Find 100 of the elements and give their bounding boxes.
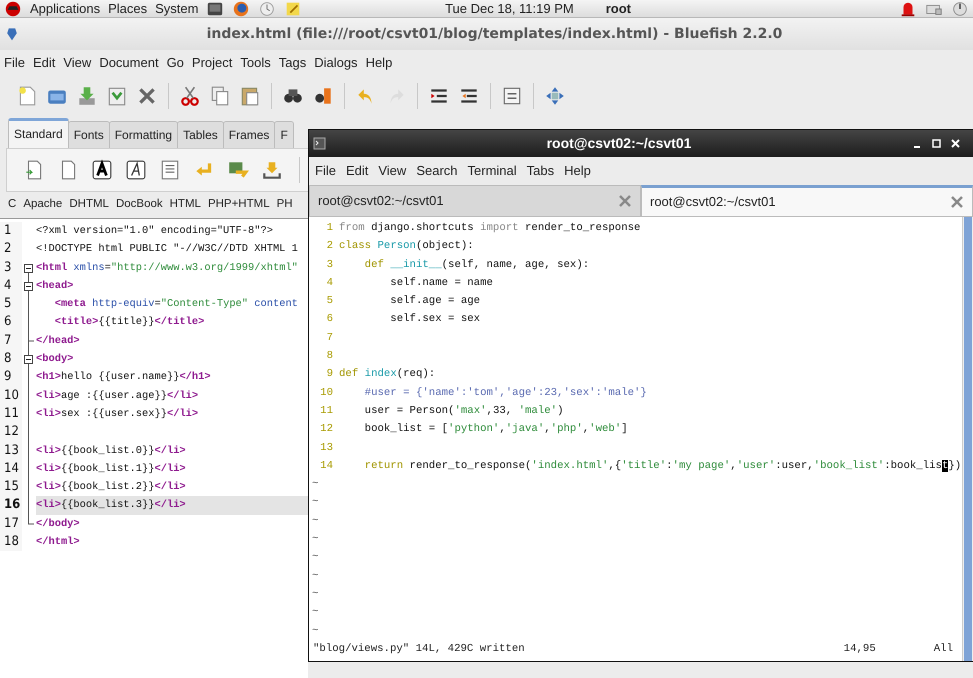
copy-icon[interactable] <box>209 85 231 107</box>
line-number: 12 <box>319 422 334 438</box>
empty-line-marker: ~ <box>311 495 318 510</box>
tab-label: root@csvt02:~/csvt01 <box>318 192 444 210</box>
scroll-position: All <box>934 642 953 657</box>
empty-line-marker: ~ <box>311 550 318 566</box>
menu-item[interactable]: File <box>315 161 336 181</box>
line-number: 14 <box>319 458 334 474</box>
menu-item[interactable]: Help <box>366 53 392 73</box>
alert-icon[interactable] <box>899 0 917 18</box>
line-number: 2 <box>326 239 334 254</box>
empty-line-marker: ~ <box>311 514 318 529</box>
scrollbar[interactable] <box>962 217 973 661</box>
line-number: 7 <box>326 330 334 346</box>
menu-item[interactable]: View <box>378 161 406 181</box>
panel-user[interactable]: root <box>606 0 631 18</box>
code-line: def index(req): <box>339 367 436 382</box>
tag-bar-tab[interactable]: DocBook <box>116 196 163 214</box>
line-number: 1 <box>0 222 22 240</box>
paste-icon[interactable] <box>239 85 261 107</box>
bold-icon[interactable] <box>91 159 113 181</box>
code-line: return render_to_response('index.html',{'title':'my page','user':user,'book_list':book_list}) <box>364 458 962 474</box>
tag-bar-tab[interactable]: C <box>8 196 16 214</box>
collapse-icon[interactable] <box>24 282 33 291</box>
menu-item[interactable]: Terminal <box>468 161 517 181</box>
menu-item[interactable]: File <box>4 53 25 73</box>
toolbar-tab[interactable]: Tables <box>177 121 224 148</box>
menu-item[interactable]: Tags <box>278 53 306 73</box>
tag-bar-tab[interactable]: PH <box>276 196 293 214</box>
clock-icon[interactable] <box>258 0 276 18</box>
empty-line-marker: ~ <box>311 568 318 584</box>
menu-item[interactable]: Edit <box>32 53 56 73</box>
menu-item[interactable]: Search <box>416 161 458 181</box>
code-line: <body> <box>36 352 74 368</box>
scissors-icon[interactable] <box>179 85 201 107</box>
panel-clock[interactable]: Tue Dec 18, 11:19 PM <box>445 0 574 18</box>
terminal-icon <box>313 137 326 150</box>
status-message: "blog/views.py" 14L, 429C written <box>312 642 525 657</box>
empty-line-marker: ~ <box>311 477 318 492</box>
tag-bar-tab[interactable]: HTML <box>170 196 201 214</box>
panel-menu[interactable]: Applications <box>30 0 100 18</box>
toolbar-tab[interactable]: Fonts <box>68 121 110 148</box>
code-line: <!DOCTYPE html PUBLIC "-//W3C//DTD XHTML 1 <box>36 242 299 258</box>
code-line: <?xml version="1.0" encoding="UTF-8"?> <box>36 224 274 239</box>
note-icon[interactable] <box>284 0 302 18</box>
terminal-tab[interactable]: root@csvt02:~/csvt01 <box>641 185 973 217</box>
paragraph-icon[interactable] <box>159 159 181 181</box>
menu-item[interactable]: Document <box>99 53 159 73</box>
line-number: 18 <box>0 533 22 552</box>
toolbar-tab[interactable]: Standard <box>8 118 69 148</box>
toolbar-tab[interactable]: F <box>274 121 294 148</box>
tag-bar-tab[interactable]: PHP+HTML <box>208 196 270 214</box>
maximize-icon[interactable] <box>931 138 942 149</box>
line-number: 3 <box>326 258 334 273</box>
line-number: 17 <box>0 514 22 534</box>
line-number: 13 <box>0 442 22 460</box>
code-line: self.sex = sex <box>389 312 480 328</box>
line-number: 7 <box>0 332 22 350</box>
line-number: 2 <box>0 240 22 259</box>
panel-menu[interactable]: Places <box>108 0 148 18</box>
panel-menu[interactable]: System <box>155 0 198 18</box>
empty-line-marker: ~ <box>311 624 318 639</box>
italic-icon[interactable] <box>125 159 147 181</box>
empty-line-marker: ~ <box>311 586 318 602</box>
code-line: <h1>hello {{user.name}}</h1> <box>36 370 212 386</box>
code-line: </html> <box>36 535 81 550</box>
menu-item[interactable]: Help <box>564 161 591 181</box>
line-number: 16 <box>0 496 22 515</box>
code-line: <title>{{title}}</title> <box>54 315 206 330</box>
toolbar-tab[interactable]: Formatting <box>108 121 178 148</box>
empty-line-marker: ~ <box>311 532 318 548</box>
code-line: user = Person('max',33, 'male') <box>364 404 564 419</box>
toolbar-tab[interactable]: Frames <box>222 121 276 148</box>
collapse-icon[interactable] <box>24 355 33 364</box>
line-number: 3 <box>0 258 22 277</box>
app-icon <box>4 26 20 42</box>
line-number: 11 <box>0 404 22 424</box>
hat-logo-icon[interactable] <box>4 0 22 18</box>
code-line: class Person(object): <box>339 239 474 254</box>
tag-bar-tab[interactable]: DHTML <box>69 196 109 214</box>
line-number: 4 <box>326 276 334 291</box>
menu-item[interactable]: Project <box>192 53 232 73</box>
line-number: 8 <box>0 350 22 368</box>
menu-item[interactable]: Tools <box>240 53 271 73</box>
collapse-icon[interactable] <box>24 264 33 273</box>
terminal-tab[interactable]: root@csvt02:~/csvt01 <box>309 185 641 217</box>
move-icon[interactable] <box>544 85 566 107</box>
menu-item[interactable]: Edit <box>346 161 368 181</box>
menu-item[interactable]: Dialogs <box>314 53 358 73</box>
power-icon[interactable] <box>951 0 969 18</box>
menu-item[interactable]: View <box>63 53 92 73</box>
tag-bar-tab[interactable]: Apache <box>23 196 62 214</box>
save-as-icon[interactable] <box>106 85 128 107</box>
menu-item[interactable]: Tabs <box>526 161 554 181</box>
menu-item[interactable]: Go <box>166 53 184 73</box>
window-title: root@csvt02:~/csvt01 <box>546 134 692 153</box>
terminal-icon[interactable] <box>206 0 224 18</box>
browser-icon[interactable] <box>232 0 250 18</box>
code-line: </head> <box>36 334 81 349</box>
code-line: <li>age :{{user.age}}</li> <box>36 388 200 404</box>
